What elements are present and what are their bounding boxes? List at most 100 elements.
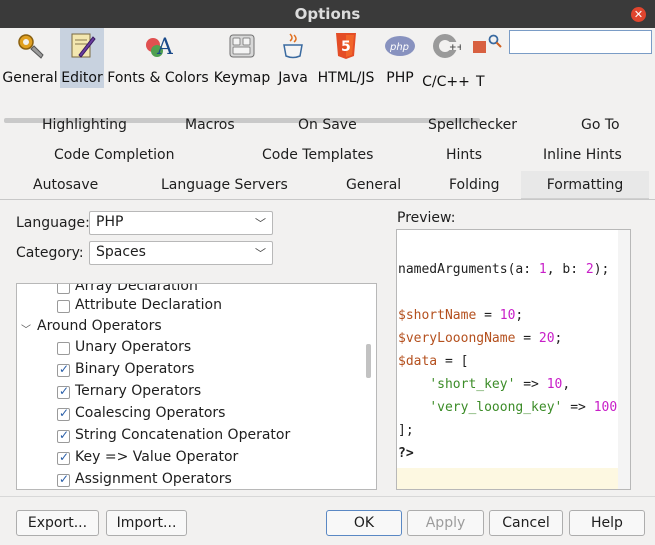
category-general[interactable]: General (2, 28, 58, 88)
category-select[interactable]: Spaces ﹀ (89, 241, 273, 265)
checkbox[interactable] (57, 342, 70, 355)
code-token: $veryLooongName (398, 331, 516, 346)
php-icon: php (385, 36, 415, 56)
code-token: ?> (398, 446, 414, 461)
code-token: ; (554, 331, 563, 346)
code-token: 100 (593, 400, 618, 415)
export-button[interactable]: Export... (16, 510, 99, 536)
category-value: Spaces (96, 244, 146, 260)
tab-inline-hints[interactable]: Inline Hints (543, 147, 622, 163)
code-line: ?> (398, 446, 414, 468)
editor-tabs: Highlighting Macros On Save Spellchecker… (0, 110, 655, 200)
preview-label: Preview: (397, 210, 456, 226)
code-token: $shortName (398, 308, 477, 323)
category-label: Keymap (213, 70, 271, 86)
chevron-down-icon: ﹀ (255, 247, 266, 260)
code-line: 'very_looong_key' => 100 (398, 400, 617, 422)
title-bar: Options ✕ (0, 0, 655, 28)
category-label: T (476, 74, 485, 88)
code-token: 10 (499, 308, 516, 323)
button-separator (0, 496, 655, 497)
chevron-down-icon[interactable]: ﹀ (21, 321, 31, 336)
category-label: C/C++ (422, 74, 470, 90)
general-wrench-icon (18, 34, 44, 59)
tab-divider (0, 199, 655, 200)
current-line-highlight (397, 468, 619, 489)
chevron-down-icon: ﹀ (255, 217, 266, 230)
code-token: ]; (398, 423, 414, 438)
cpp-icon: ++ (433, 34, 461, 58)
language-select[interactable]: PHP ﹀ (89, 211, 273, 235)
code-token: 2 (585, 262, 594, 277)
svg-text:php: php (389, 42, 409, 53)
category-java[interactable]: Java (274, 28, 312, 88)
close-icon[interactable]: ✕ (631, 7, 646, 22)
language-value: PHP (96, 214, 124, 230)
code-token: => (515, 377, 547, 392)
category-label: Editor (61, 70, 103, 86)
editor-pencil-icon (71, 33, 96, 58)
code-token: , b: (546, 262, 586, 277)
tab-folding[interactable]: Folding (449, 177, 500, 193)
java-cup-icon (283, 33, 303, 59)
code-token: => (562, 400, 594, 415)
tab-highlighting[interactable]: Highlighting (42, 117, 127, 133)
tab-on-save[interactable]: On Save (298, 117, 357, 133)
category-fonts-colors[interactable]: A Fonts & Colors (106, 28, 210, 88)
tab-autosave[interactable]: Autosave (33, 177, 98, 193)
checkbox[interactable] (57, 406, 70, 421)
code-token: , (562, 377, 571, 392)
code-line: $shortName = 10; (398, 308, 523, 330)
svg-text:A: A (156, 35, 173, 60)
tree-scrollbar[interactable] (366, 344, 371, 378)
category-html-js[interactable]: 5 HTML/JS (314, 28, 378, 88)
cancel-button[interactable]: Cancel (489, 510, 563, 536)
help-button[interactable]: Help (569, 510, 645, 536)
checkbox[interactable] (57, 284, 70, 294)
fonts-colors-icon: A (146, 35, 173, 60)
code-line: $data = [ (398, 354, 468, 376)
search-icon (488, 34, 502, 48)
tab-formatting[interactable]: Formatting (521, 171, 649, 200)
code-token: = (476, 308, 500, 323)
tab-spellchecker[interactable]: Spellchecker (428, 117, 517, 133)
category-editor[interactable]: Editor (60, 28, 104, 88)
code-token: $data (398, 354, 438, 369)
code-token: 1 (538, 262, 547, 277)
tab-hints[interactable]: Hints (446, 147, 482, 163)
checkbox[interactable] (57, 428, 70, 443)
code-token: 'very_looong_key' (429, 400, 563, 415)
apply-button[interactable]: Apply (407, 510, 484, 536)
code-token: = (515, 331, 539, 346)
checkbox[interactable] (57, 450, 70, 465)
code-token: 10 (546, 377, 563, 392)
import-button[interactable]: Import... (106, 510, 187, 536)
tab-code-completion[interactable]: Code Completion (54, 147, 174, 163)
code-preview: } namedArguments(a: 1, b: 2); $shortName =… (396, 229, 631, 490)
code-line: } (398, 230, 406, 238)
tab-code-templates[interactable]: Code Templates (262, 147, 373, 163)
category-label: Category: (16, 245, 84, 261)
category-label: General (2, 70, 58, 86)
code-token: 20 (538, 331, 555, 346)
checkbox[interactable] (57, 300, 70, 313)
preview-scrollbar[interactable] (618, 230, 630, 489)
svg-text:5: 5 (341, 39, 351, 55)
ok-button[interactable]: OK (326, 510, 402, 536)
tab-language-servers[interactable]: Language Servers (161, 177, 288, 193)
search-input[interactable] (509, 30, 652, 54)
tab-general[interactable]: General (346, 177, 401, 193)
category-label: HTML/JS (317, 70, 375, 86)
checkbox[interactable] (57, 362, 70, 377)
category-php[interactable]: php PHP (380, 28, 420, 88)
category-cpp[interactable]: ++ C/C++ (422, 28, 470, 90)
checkbox[interactable] (57, 472, 70, 487)
category-keymap[interactable]: Keymap (212, 28, 272, 88)
tab-go-to[interactable]: Go To (581, 117, 620, 133)
category-partial[interactable]: T (472, 28, 486, 88)
code-token: 'short_key' (429, 377, 516, 392)
tab-macros[interactable]: Macros (185, 117, 235, 133)
checkbox[interactable] (57, 384, 70, 399)
